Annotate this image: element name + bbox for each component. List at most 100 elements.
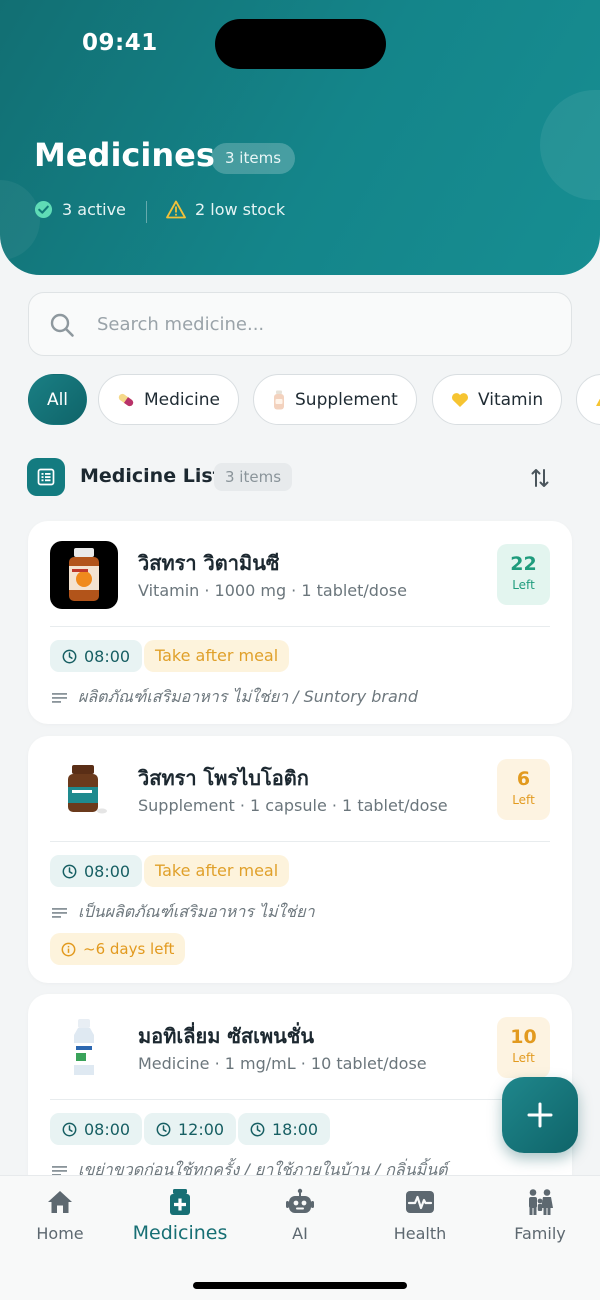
filter-chip-vitamin[interactable]: Vitamin <box>432 374 563 425</box>
medicine-note-text: ผลิตภัณฑ์เสริมอาหาร ไม่ใช่ยา / Suntory b… <box>78 687 419 706</box>
add-medicine-button[interactable] <box>502 1077 578 1153</box>
medicine-name: วิสทรา วิตามินซี <box>138 551 280 575</box>
plus-icon <box>527 1102 553 1128</box>
medicine-thumbnail <box>50 541 118 609</box>
dose-time: 08:00 <box>84 861 131 881</box>
clock-icon <box>62 649 77 663</box>
medicine-card[interactable]: วิสทรา วิตามินซี Vitamin · 1000 mg · 1 t… <box>28 521 572 724</box>
nav-label: Family <box>514 1224 566 1243</box>
stock-left-count: 6 <box>516 768 531 790</box>
medicine-note: เป็นผลิตภัณฑ์เสริมอาหาร ไม่ใช่ยา <box>52 900 315 925</box>
medicine-note: เขย่าขวดก่อนใช้ทุกครั้ง / ยาใช้ภายในบ้าน… <box>52 1158 448 1175</box>
page-title: Medicines <box>34 136 215 174</box>
medicine-box-icon <box>170 1189 190 1215</box>
instruction-pill: Take after meal <box>144 640 290 672</box>
nav-label: Home <box>36 1224 84 1243</box>
warning-triangle-icon <box>166 200 186 219</box>
clock-icon <box>62 864 77 878</box>
list-icon <box>27 458 65 496</box>
dose-time-pill: 08:00 <box>50 1113 143 1145</box>
medicine-list: วิสทรา วิตามินซี Vitamin · 1000 mg · 1 t… <box>0 505 600 1175</box>
header-decoration <box>540 90 600 200</box>
nav-label: Medicines <box>132 1222 228 1244</box>
filter-chip-more[interactable] <box>576 374 600 425</box>
search-icon <box>50 313 74 337</box>
medicine-card[interactable]: วิสทรา โพรไบโอติก Supplement · 1 capsule… <box>28 736 572 983</box>
medicine-card[interactable]: มอทิเลี่ยม ซัสเพนชั่น Medicine · 1 mg/mL… <box>28 994 572 1175</box>
home-icon <box>48 1191 72 1213</box>
medicine-note-text: เขย่าขวดก่อนใช้ทุกครั้ง / ยาใช้ภายในบ้าน… <box>78 1160 448 1175</box>
robot-icon <box>286 1188 314 1213</box>
dose-time-pill: 12:00 <box>144 1113 237 1145</box>
pill-icon <box>118 393 134 406</box>
sort-button[interactable] <box>524 462 556 494</box>
status-time: 09:41 <box>82 30 158 56</box>
dose-time: 08:00 <box>84 1119 131 1139</box>
sort-icon <box>531 469 549 487</box>
nav-item-ai[interactable]: AI <box>240 1186 360 1243</box>
filter-chip-label: All <box>46 389 69 410</box>
dose-time-pill: 08:00 <box>50 855 143 887</box>
filter-chip-medicine[interactable]: Medicine <box>98 374 239 425</box>
section-count-badge: 3 items <box>214 463 293 491</box>
home-indicator <box>193 1282 407 1289</box>
header-decoration <box>0 180 40 260</box>
card-divider <box>50 841 550 842</box>
item-count-badge: 3 items <box>211 143 296 174</box>
nav-item-home[interactable]: Home <box>0 1186 120 1243</box>
page-header: 09:41 Medicines 3 items 3 active 2 low s… <box>0 0 600 275</box>
medicine-thumbnail <box>50 1014 118 1082</box>
dose-time: 08:00 <box>84 646 131 666</box>
stock-left-count: 10 <box>510 1026 537 1048</box>
family-icon <box>529 1189 553 1215</box>
warning-chip-icon <box>596 398 600 406</box>
dynamic-island <box>215 19 386 69</box>
clock-icon <box>62 1122 77 1136</box>
filter-chip-label: Vitamin <box>478 389 544 410</box>
filter-chips: All Medicine Supplement Vitamin <box>28 374 600 426</box>
medicine-details: Medicine · 1 mg/mL · 10 tablet/dose <box>138 1054 427 1073</box>
filter-chip-supplement[interactable]: Supplement <box>253 374 417 425</box>
medicine-details: Vitamin · 1000 mg · 1 tablet/dose <box>138 581 407 600</box>
nav-item-medicines[interactable]: Medicines <box>120 1186 240 1244</box>
filter-chip-label: Supplement <box>295 389 398 410</box>
search-bar[interactable] <box>28 292 572 356</box>
medicine-name: วิสทรา โพรไบโอติก <box>138 766 309 790</box>
low-stock-warning-text: ~6 days left <box>83 940 175 958</box>
bottle-icon <box>274 390 284 409</box>
notes-icon <box>52 1165 67 1175</box>
stock-left-count: 22 <box>510 553 537 575</box>
search-input[interactable] <box>97 293 557 355</box>
dose-time: 12:00 <box>178 1119 225 1139</box>
filter-chip-all[interactable]: All <box>28 374 87 425</box>
stock-left-badge: 6 Left <box>497 759 550 820</box>
stat-divider <box>146 201 147 223</box>
medicine-note-text: เป็นผลิตภัณฑ์เสริมอาหาร ไม่ใช่ยา <box>78 902 315 921</box>
medicine-name: มอทิเลี่ยม ซัสเพนชั่น <box>138 1024 315 1048</box>
section-title: Medicine List <box>80 465 222 487</box>
check-circle-icon <box>34 200 53 219</box>
card-divider <box>50 1099 550 1100</box>
suspension-bottle-image <box>74 1019 94 1075</box>
dose-time-pill: 08:00 <box>50 640 143 672</box>
notes-icon <box>52 907 67 918</box>
medicine-thumbnail <box>50 756 118 824</box>
heart-monitor-icon <box>406 1191 434 1213</box>
card-divider <box>50 626 550 627</box>
heart-icon <box>452 392 468 407</box>
low-stock-stat-text: 2 low stock <box>195 200 286 219</box>
vitamin-bottle-image <box>69 548 99 601</box>
stock-left-label: Left <box>512 578 535 592</box>
stock-left-badge: 10 Left <box>497 1017 550 1078</box>
medicine-note: ผลิตภัณฑ์เสริมอาหาร ไม่ใช่ยา / Suntory b… <box>52 685 418 710</box>
notes-icon <box>52 692 67 703</box>
instruction-pill: Take after meal <box>144 855 290 887</box>
nav-label: AI <box>292 1224 308 1243</box>
nav-item-family[interactable]: Family <box>480 1186 600 1243</box>
dose-time-pill: 18:00 <box>238 1113 331 1145</box>
medicine-details: Supplement · 1 capsule · 1 tablet/dose <box>138 796 448 815</box>
nav-item-health[interactable]: Health <box>360 1186 480 1243</box>
stock-left-badge: 22 Left <box>497 544 550 605</box>
active-stat: 3 active <box>34 200 126 219</box>
clock-icon <box>156 1122 171 1136</box>
